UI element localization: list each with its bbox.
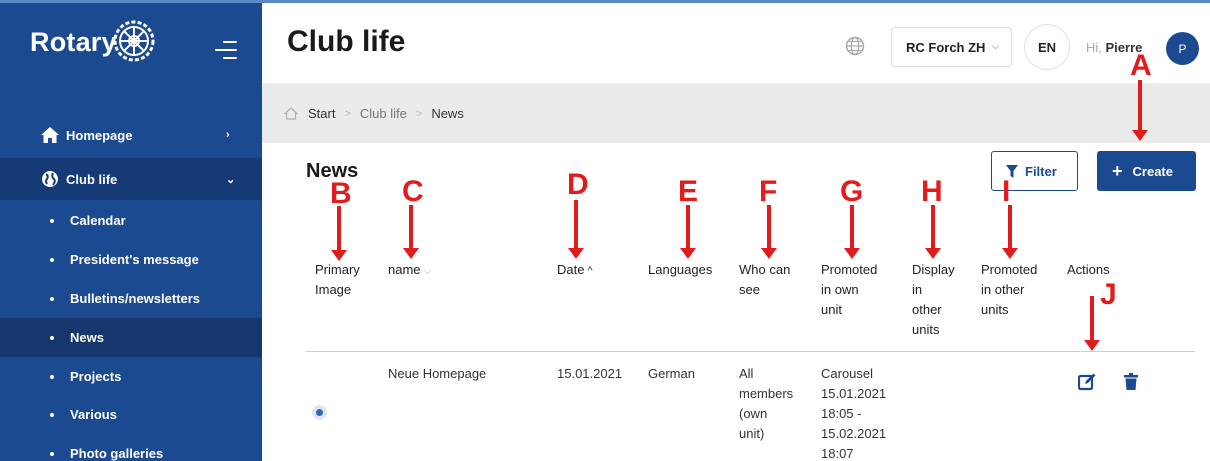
sidebar-subitem-label: President's message xyxy=(70,252,199,267)
sort-ascending-icon: ^ xyxy=(587,265,593,277)
annotation-arrow-d xyxy=(568,200,584,259)
table-cell-name: Neue Homepage xyxy=(388,366,487,381)
brand-logo-text[interactable]: Rotary xyxy=(30,27,117,58)
annotation-label-e: E xyxy=(678,175,699,208)
table-cell-language: German xyxy=(648,366,695,381)
sidebar-item-label: Homepage xyxy=(66,127,133,143)
avatar[interactable]: P xyxy=(1166,32,1199,65)
table-cell-who-can-see: All members (own unit) xyxy=(739,366,794,441)
sidebar-subitem-label: Photo galleries xyxy=(70,446,164,461)
column-header-display-other-units: Display in other units xyxy=(912,262,955,337)
page-title: Club life xyxy=(287,25,406,58)
column-header-promoted-own-unit: Promoted in own unit xyxy=(821,262,878,317)
column-header-who-can-see: Who can see xyxy=(739,262,791,297)
bullet-icon xyxy=(50,374,54,379)
sidebar-subitem-calendar[interactable]: Calendar xyxy=(0,201,262,240)
chevron-down-icon: ⌵ xyxy=(992,41,999,51)
annotation-arrow-h xyxy=(925,205,941,259)
table-header-divider xyxy=(306,351,1195,352)
sidebar-subitem-label: Bulletins/newsletters xyxy=(70,291,201,306)
annotation-arrow-a xyxy=(1132,80,1148,141)
breadcrumb-current: News xyxy=(431,106,464,121)
trash-icon[interactable] xyxy=(1124,373,1138,390)
sidebar-subitem-label: Calendar xyxy=(70,213,126,228)
bullet-icon xyxy=(50,451,54,456)
breadcrumb-separator: > xyxy=(344,107,351,120)
annotation-label-c: C xyxy=(402,175,424,208)
bullet-icon xyxy=(50,257,54,262)
bullet-icon xyxy=(50,412,54,417)
annotation-arrow-b xyxy=(331,206,347,261)
column-header-promoted-other-units: Promoted in other units xyxy=(981,262,1038,317)
annotation-label-i: I xyxy=(1002,175,1011,208)
bullet-icon xyxy=(50,335,54,340)
create-button[interactable]: + Create xyxy=(1097,151,1196,191)
filter-button-label: Filter xyxy=(1025,163,1057,179)
table-cell-promoted-own-unit: Carousel 15.01.2021 18:05 -15.02.2021 18:07 xyxy=(821,366,887,461)
edit-icon[interactable] xyxy=(1078,373,1096,391)
sidebar-subitem-various[interactable]: Various xyxy=(0,395,262,434)
rotary-wheel-icon xyxy=(113,20,155,62)
top-header: Club life RC Forch ZH ⌵ EN Hi, Pierre P xyxy=(262,3,1210,83)
sidebar-subitem-photo-galleries[interactable]: Photo galleries xyxy=(0,434,262,461)
annotation-label-d: D xyxy=(567,168,589,201)
table-cell-date: 15.01.2021 xyxy=(557,366,623,381)
create-button-label: Create xyxy=(1132,163,1173,179)
sidebar-subitem-news[interactable]: News xyxy=(0,318,262,357)
sidebar-subitem-projects[interactable]: Projects xyxy=(0,357,262,396)
chevron-down-icon: ⌄ xyxy=(226,173,236,186)
sidebar-item-homepage[interactable]: Homepage › xyxy=(0,114,262,156)
annotation-label-f: F xyxy=(759,175,778,208)
breadcrumb-separator: > xyxy=(415,107,423,120)
annotation-arrow-e xyxy=(680,205,696,259)
annotation-arrow-j xyxy=(1084,296,1100,351)
breadcrumb-club-life[interactable]: Club life xyxy=(360,106,407,121)
annotation-label-j: J xyxy=(1100,278,1117,311)
sidebar-item-label: Club life xyxy=(66,171,118,187)
home-icon xyxy=(41,127,59,143)
bullet-icon xyxy=(50,296,54,301)
breadcrumb: Start > Club life > News xyxy=(284,106,464,121)
menu-toggle-icon[interactable] xyxy=(211,41,237,61)
sort-icon: ⌵ xyxy=(423,265,432,277)
club-select-value: RC Forch ZH xyxy=(906,39,986,55)
annotation-arrow-g xyxy=(844,205,860,259)
annotation-arrow-c xyxy=(403,205,419,259)
sidebar-subitem-bulletins[interactable]: Bulletins/newsletters xyxy=(0,279,262,318)
home-outline-icon[interactable] xyxy=(284,107,298,120)
primary-image-radio[interactable] xyxy=(312,405,327,420)
annotation-label-g: G xyxy=(840,175,864,208)
column-header-primary-image: Primary Image xyxy=(315,262,360,297)
sidebar-subitem-label: Projects xyxy=(70,369,122,384)
annotation-label-h: H xyxy=(921,175,943,208)
annotation-label-a: A xyxy=(1130,49,1152,82)
annotation-arrow-f xyxy=(761,205,777,259)
column-header-date[interactable]: Date ^ xyxy=(557,260,593,281)
column-header-actions: Actions xyxy=(1067,262,1110,277)
language-button[interactable]: EN xyxy=(1024,24,1070,70)
column-header-name[interactable]: name ⌵ xyxy=(388,260,432,281)
breadcrumb-band: Start > Club life > News xyxy=(262,83,1210,143)
sidebar: Rotary Homepage › Club life ⌄ Calendar P… xyxy=(0,3,262,461)
sidebar-subitem-presidents-message[interactable]: President's message xyxy=(0,240,262,279)
plus-icon: + xyxy=(1112,161,1123,181)
club-select[interactable]: RC Forch ZH ⌵ xyxy=(891,27,1012,67)
sidebar-subitem-label: Various xyxy=(70,407,117,422)
chevron-right-icon: › xyxy=(226,129,230,141)
globe-icon xyxy=(42,171,58,187)
column-header-languages: Languages xyxy=(648,262,713,277)
bullet-icon xyxy=(50,218,54,223)
globe-icon[interactable] xyxy=(845,36,865,56)
breadcrumb-start[interactable]: Start xyxy=(308,106,335,121)
annotation-label-b: B xyxy=(330,177,352,210)
annotation-arrow-i xyxy=(1002,205,1018,259)
sidebar-item-club-life[interactable]: Club life ⌄ xyxy=(0,158,262,200)
sidebar-subitem-label: News xyxy=(70,330,104,345)
